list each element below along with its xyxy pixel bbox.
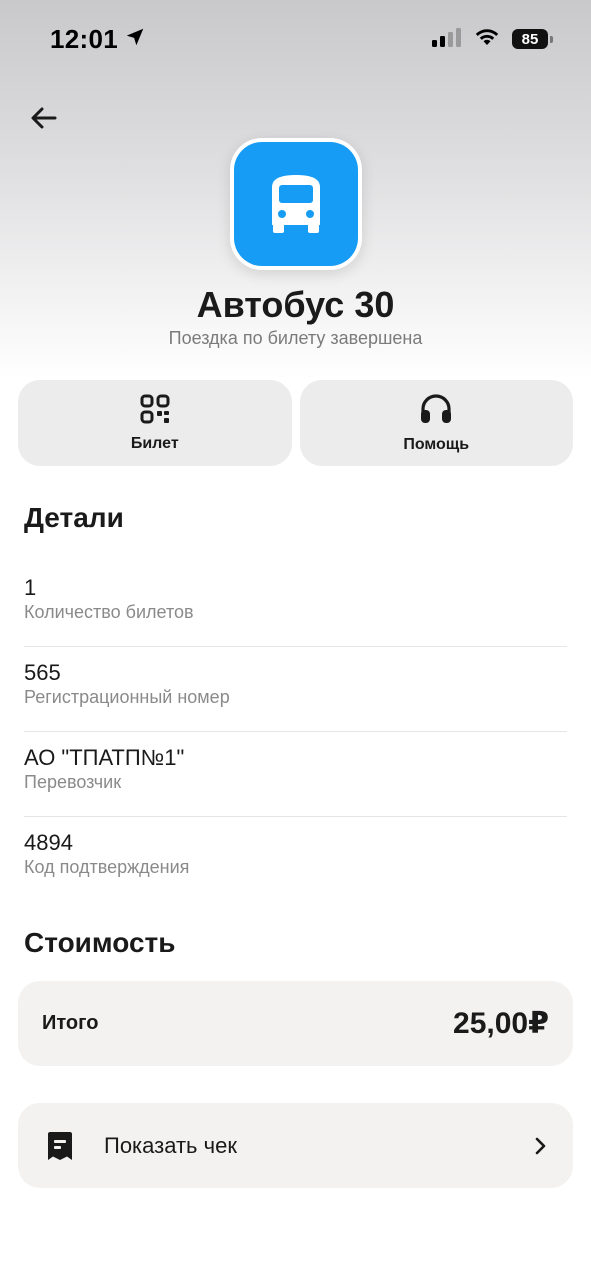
chevron-right-icon xyxy=(531,1136,551,1156)
cost-heading: Стоимость xyxy=(24,927,176,958)
wifi-icon xyxy=(474,27,500,52)
total-value: 25,00₽ xyxy=(453,1007,549,1040)
total-card: Итого 25,00₽ xyxy=(18,981,573,1066)
ticket-button[interactable]: Билет xyxy=(18,380,292,466)
confirmation-code-label: Код подтверждения xyxy=(24,857,190,877)
show-receipt-button[interactable]: Показать чек xyxy=(18,1103,573,1188)
ticket-count-value: 1 xyxy=(24,575,37,600)
carrier-value: АО "ТПАТП№1" xyxy=(24,745,185,770)
location-arrow-icon xyxy=(124,26,146,53)
headset-icon xyxy=(419,393,453,430)
registration-number-label: Регистрационный номер xyxy=(24,687,230,707)
total-label: Итого xyxy=(42,1012,99,1034)
ticket-count-label: Количество билетов xyxy=(24,602,194,622)
help-button[interactable]: Помощь xyxy=(299,380,573,466)
battery-icon: 85 xyxy=(512,29,553,49)
time-group: 12:01 xyxy=(50,24,146,55)
carrier-label: Перевозчик xyxy=(24,772,122,792)
ticket-button-label: Билет xyxy=(130,434,179,452)
list-item: 1 Количество билетов xyxy=(24,562,567,647)
action-buttons: Билет Помощь xyxy=(18,380,573,466)
list-item: 4894 Код подтверждения xyxy=(24,817,567,902)
arrow-left-icon xyxy=(29,103,59,138)
back-button[interactable] xyxy=(24,100,64,140)
receipt-icon xyxy=(44,1130,76,1162)
trip-status: Поездка по билету завершена xyxy=(168,328,423,348)
details-list: 1 Количество билетов 565 Регистрационный… xyxy=(24,562,567,902)
list-item: АО "ТПАТП№1" Перевозчик xyxy=(24,732,567,817)
status-icons: 85 xyxy=(432,27,553,52)
transport-icon-frame xyxy=(230,138,362,270)
show-receipt-label: Показать чек xyxy=(104,1132,237,1158)
registration-number-value: 565 xyxy=(24,660,61,685)
qr-code-icon xyxy=(140,394,170,429)
page-title: Автобус 30 xyxy=(196,284,395,325)
status-bar: 12:01 85 xyxy=(0,0,591,78)
status-time: 12:01 xyxy=(50,23,118,54)
cellular-signal-icon xyxy=(432,27,462,52)
battery-level: 85 xyxy=(512,29,548,49)
bus-icon xyxy=(234,142,358,266)
list-item: 565 Регистрационный номер xyxy=(24,647,567,732)
help-button-label: Помощь xyxy=(403,435,470,453)
confirmation-code-value: 4894 xyxy=(24,830,73,855)
details-heading: Детали xyxy=(24,502,124,533)
